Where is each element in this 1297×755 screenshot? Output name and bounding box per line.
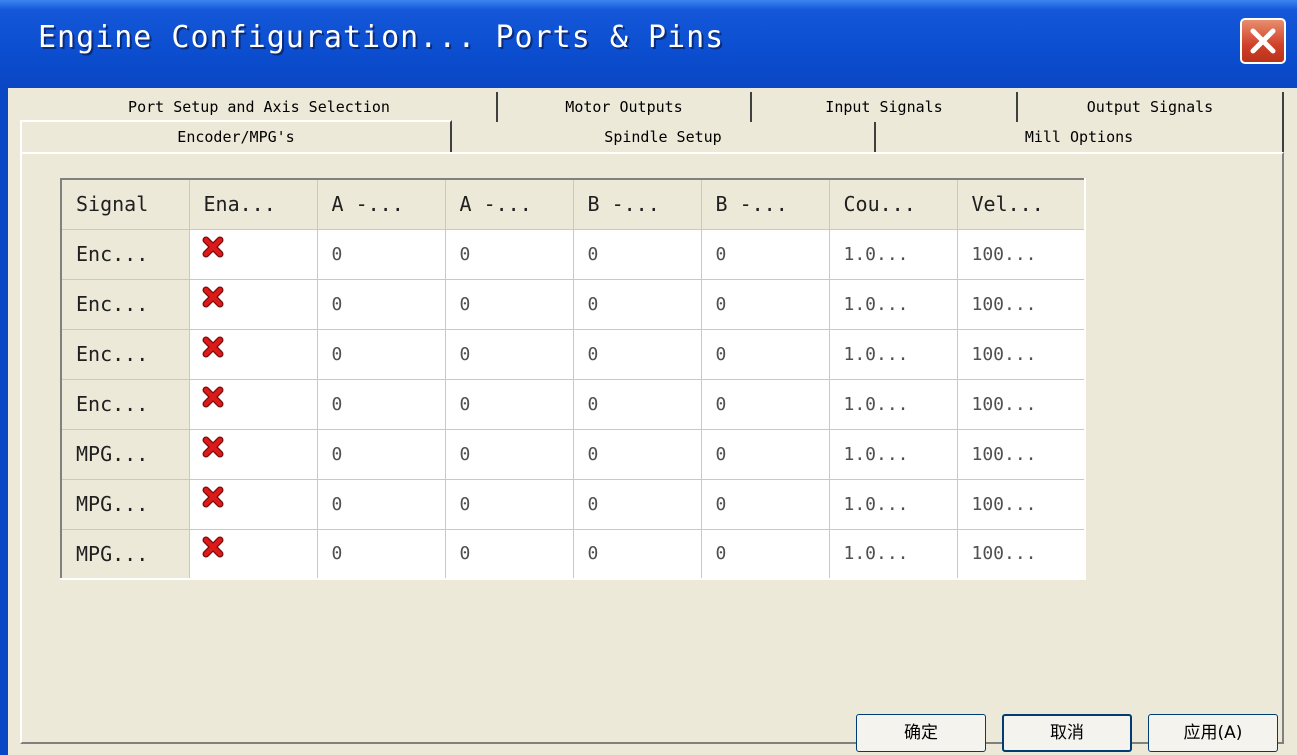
enable-cell[interactable] — [188, 378, 318, 430]
column-header[interactable]: Cou... — [828, 178, 958, 230]
signal-name-cell[interactable]: Enc... — [60, 328, 190, 380]
enable-cell[interactable] — [188, 478, 318, 530]
close-icon — [1250, 28, 1276, 54]
column-header[interactable]: Ena... — [188, 178, 318, 230]
grid-value-cell[interactable]: 0 — [444, 278, 574, 330]
close-button[interactable] — [1240, 18, 1286, 64]
red-x-icon — [202, 436, 223, 457]
grid-value-cell[interactable]: 0 — [316, 328, 446, 380]
grid-value-cell[interactable]: 1.0... — [828, 228, 958, 280]
tab-row-back: Port Setup and Axis Selection Motor Outp… — [22, 92, 1284, 122]
column-header[interactable]: B -... — [700, 178, 830, 230]
grid-value-cell[interactable]: 1.0... — [828, 428, 958, 480]
grid-value-cell[interactable]: 0 — [444, 328, 574, 380]
grid-value-cell[interactable]: 0 — [316, 478, 446, 530]
column-header[interactable]: A -... — [316, 178, 446, 230]
grid-value-cell[interactable]: 0 — [316, 378, 446, 430]
grid-value-cell[interactable]: 100... — [956, 428, 1086, 480]
grid-value-cell[interactable]: 1.0... — [828, 278, 958, 330]
grid-value-cell[interactable]: 0 — [316, 528, 446, 580]
grid-header-row: Signal Ena... A -... A -... B -... B -..… — [60, 178, 1086, 230]
grid-value-cell[interactable]: 0 — [700, 278, 830, 330]
red-x-icon — [202, 536, 223, 557]
enable-cell[interactable] — [188, 278, 318, 330]
grid-value-cell[interactable]: 100... — [956, 278, 1086, 330]
grid-value-cell[interactable]: 100... — [956, 378, 1086, 430]
table-row: Enc... 0 0 0 0 1.0... 100... — [60, 228, 1086, 280]
signal-name-cell[interactable]: MPG... — [60, 528, 190, 580]
grid-value-cell[interactable]: 0 — [700, 428, 830, 480]
tab-port-setup[interactable]: Port Setup and Axis Selection — [22, 92, 498, 122]
column-header[interactable]: Signal — [60, 178, 190, 230]
enable-cell[interactable] — [188, 428, 318, 480]
tab-mill-options[interactable]: Mill Options — [876, 122, 1284, 152]
signal-name-cell[interactable]: MPG... — [60, 478, 190, 530]
enable-cell[interactable] — [188, 528, 318, 580]
tab-spindle-setup[interactable]: Spindle Setup — [452, 122, 876, 152]
table-row: Enc... 0 0 0 0 1.0... 100... — [60, 378, 1086, 430]
grid-value-cell[interactable]: 0 — [444, 528, 574, 580]
signal-name-cell[interactable]: Enc... — [60, 378, 190, 430]
grid-value-cell[interactable]: 0 — [700, 478, 830, 530]
grid-value-cell[interactable]: 0 — [572, 428, 702, 480]
grid-value-cell[interactable]: 0 — [316, 428, 446, 480]
grid-value-cell[interactable]: 0 — [700, 228, 830, 280]
grid-value-cell[interactable]: 1.0... — [828, 328, 958, 380]
grid-value-cell[interactable]: 100... — [956, 328, 1086, 380]
column-header[interactable]: A -... — [444, 178, 574, 230]
table-row: MPG... 0 0 0 0 1.0... 100... — [60, 478, 1086, 530]
grid-value-cell[interactable]: 0 — [572, 378, 702, 430]
column-header[interactable]: Vel... — [956, 178, 1086, 230]
encoder-grid: Signal Ena... A -... A -... B -... B -..… — [60, 178, 1086, 580]
column-header[interactable]: B -... — [572, 178, 702, 230]
red-x-icon — [202, 486, 223, 507]
grid-value-cell[interactable]: 0 — [572, 478, 702, 530]
grid-value-cell[interactable]: 0 — [700, 528, 830, 580]
cancel-button[interactable]: 取消 — [1002, 714, 1132, 752]
table-row: MPG... 0 0 0 0 1.0... 100... — [60, 528, 1086, 580]
table-row: Enc... 0 0 0 0 1.0... 100... — [60, 278, 1086, 330]
grid-value-cell[interactable]: 0 — [700, 378, 830, 430]
grid-value-cell[interactable]: 0 — [444, 428, 574, 480]
grid-value-cell[interactable]: 0 — [572, 228, 702, 280]
grid-value-cell[interactable]: 1.0... — [828, 478, 958, 530]
table-row: Enc... 0 0 0 0 1.0... 100... — [60, 328, 1086, 380]
grid-value-cell[interactable]: 0 — [316, 228, 446, 280]
red-x-icon — [202, 386, 223, 407]
tab-motor-outputs[interactable]: Motor Outputs — [498, 92, 752, 122]
tab-input-signals[interactable]: Input Signals — [752, 92, 1018, 122]
enable-cell[interactable] — [188, 328, 318, 380]
red-x-icon — [202, 336, 223, 357]
window-title: Engine Configuration... Ports & Pins — [38, 20, 725, 55]
signal-name-cell[interactable]: MPG... — [60, 428, 190, 480]
tab-output-signals[interactable]: Output Signals — [1018, 92, 1284, 122]
grid-value-cell[interactable]: 100... — [956, 528, 1086, 580]
grid-value-cell[interactable]: 0 — [572, 328, 702, 380]
grid-value-cell[interactable]: 1.0... — [828, 528, 958, 580]
grid-value-cell[interactable]: 0 — [444, 378, 574, 430]
grid-value-cell[interactable]: 0 — [444, 478, 574, 530]
grid-value-cell[interactable]: 0 — [700, 328, 830, 380]
red-x-icon — [202, 286, 223, 307]
grid-value-cell[interactable]: 1.0... — [828, 378, 958, 430]
dialog-client-area: Port Setup and Axis Selection Motor Outp… — [8, 88, 1297, 755]
table-row: MPG... 0 0 0 0 1.0... 100... — [60, 428, 1086, 480]
grid-value-cell[interactable]: 0 — [572, 528, 702, 580]
grid-value-cell[interactable]: 100... — [956, 228, 1086, 280]
grid-value-cell[interactable]: 0 — [572, 278, 702, 330]
tab-encoder-mpgs[interactable]: Encoder/MPG's — [20, 120, 452, 152]
grid-value-cell[interactable]: 0 — [444, 228, 574, 280]
signal-name-cell[interactable]: Enc... — [60, 278, 190, 330]
red-x-icon — [202, 236, 223, 257]
engine-config-window: Engine Configuration... Ports & Pins Por… — [0, 0, 1297, 755]
enable-cell[interactable] — [188, 228, 318, 280]
apply-button[interactable]: 应用(A) — [1148, 714, 1278, 752]
grid-value-cell[interactable]: 100... — [956, 478, 1086, 530]
ok-button[interactable]: 确定 — [856, 714, 986, 752]
grid-value-cell[interactable]: 0 — [316, 278, 446, 330]
signal-name-cell[interactable]: Enc... — [60, 228, 190, 280]
title-bar[interactable]: Engine Configuration... Ports & Pins — [0, 0, 1297, 88]
tab-row-front: Encoder/MPG's Spindle Setup Mill Options — [20, 120, 1284, 152]
